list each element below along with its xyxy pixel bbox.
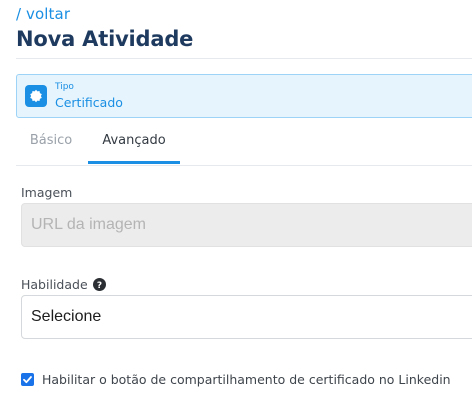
new-activity-page: / voltar Nova Atividade Tipo Certificado… <box>0 0 472 416</box>
skill-select[interactable]: Selecione <box>21 295 472 339</box>
image-label: Imagem <box>21 185 73 200</box>
share-certificate-label[interactable]: Habilitar o botão de compartilhamento de… <box>42 372 451 387</box>
page-title: Nova Atividade <box>16 27 194 51</box>
tab-advanced[interactable]: Avançado <box>88 120 180 164</box>
type-label: Tipo <box>55 82 74 92</box>
tab-basic[interactable]: Básico <box>16 120 86 164</box>
share-certificate-row: Habilitar o botão de compartilhamento de… <box>21 370 451 388</box>
skill-label: Habilidade <box>21 277 88 292</box>
question-circle-icon[interactable]: ? <box>92 278 106 291</box>
svg-text:?: ? <box>97 281 102 291</box>
skill-select-value: Selecione <box>31 308 102 325</box>
image-url-input[interactable] <box>21 203 472 247</box>
active-tab-indicator <box>88 161 180 164</box>
type-value: Certificado <box>55 95 123 110</box>
back-link[interactable]: / voltar <box>16 5 70 23</box>
skill-label-row: Habilidade? <box>21 277 106 292</box>
share-certificate-checkbox[interactable] <box>21 372 34 386</box>
header-divider <box>16 58 472 59</box>
checkmark-icon <box>23 375 32 383</box>
tab-bar: Básico Avançado <box>16 120 472 166</box>
certificate-badge-icon <box>25 85 47 107</box>
activity-type-card: Tipo Certificado <box>16 74 472 118</box>
